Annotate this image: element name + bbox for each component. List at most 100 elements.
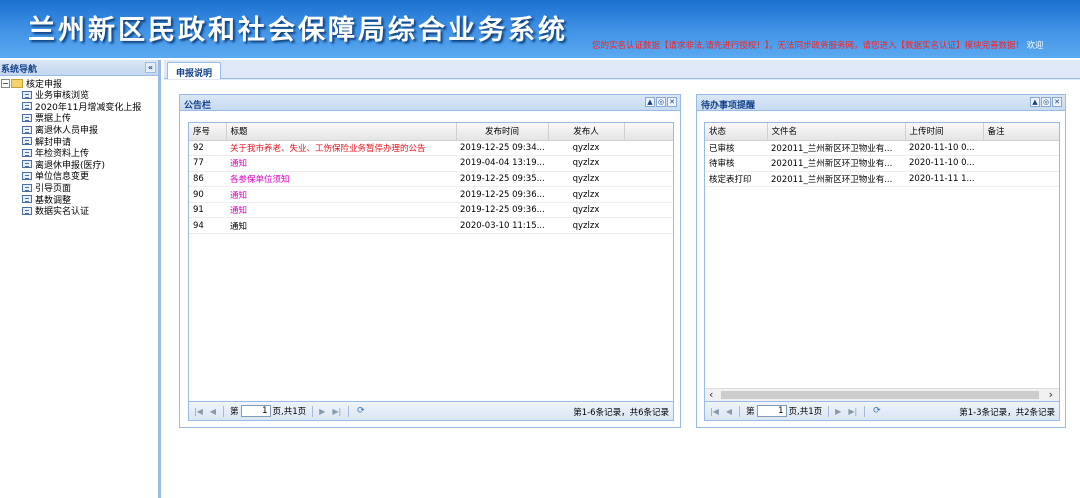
cell-filename: 202011_兰州新区环卫物业有...: [767, 140, 905, 157]
form-icon: [22, 206, 32, 215]
col-header-upload-time[interactable]: 上传时间: [905, 123, 984, 141]
cell-publisher: qyzlzx: [548, 155, 624, 172]
first-page-icon[interactable]: |◀: [710, 407, 719, 416]
next-page-icon[interactable]: ▶: [319, 407, 325, 416]
table-row[interactable]: 77 通知 2019-04-04 13:19... qyzlzx: [189, 155, 673, 172]
cell-title-link[interactable]: 各参保单位须知: [226, 171, 456, 188]
cell-upload-time: 2020-11-11 1...: [905, 171, 983, 188]
sidebar-item-real-name-auth[interactable]: 数据实名认证: [0, 205, 158, 217]
cell-filler: [624, 140, 673, 157]
sidebar-item-annual-upload[interactable]: 年检资料上传: [0, 147, 158, 159]
table-row[interactable]: 已审核 202011_兰州新区环卫物业有... 2020-11-10 0...: [705, 140, 1059, 157]
cell-title-link[interactable]: 通知: [226, 155, 456, 172]
col-header-filler: [624, 123, 673, 141]
sidebar-item-business-review[interactable]: 业务审核浏览: [0, 89, 158, 101]
prev-page-icon[interactable]: ◀: [210, 407, 216, 416]
form-icon: [22, 183, 32, 192]
first-page-icon[interactable]: |◀: [194, 407, 203, 416]
todo-paging-bar: |◀ ◀ 第 1 页,共1页 ▶ ▶| ⟳ 第1-3条记录，共2条记录: [705, 401, 1059, 420]
cell-title-link[interactable]: 通知: [226, 217, 456, 235]
col-header-note[interactable]: 备注: [983, 123, 1059, 141]
sidebar-item-receipt-upload[interactable]: 票据上传: [0, 112, 158, 124]
collapse-panel-icon[interactable]: ▲: [645, 97, 655, 107]
todo-panel-header: 待办事项提醒 ▲ ◎ ✕: [697, 95, 1065, 111]
scrollbar-thumb[interactable]: [721, 391, 1039, 399]
greeting-text: 欢迎: [1026, 41, 1044, 51]
folder-icon: [11, 79, 23, 88]
paging-separator: [828, 405, 830, 417]
form-icon: [22, 113, 32, 122]
sidebar-title: 系统导航: [1, 65, 38, 75]
horizontal-scrollbar[interactable]: ‹ ›: [705, 388, 1059, 401]
sidebar-item-retiree-medical[interactable]: 离退休申报(医疗): [0, 159, 158, 171]
sidebar-item-retiree-declaration[interactable]: 离退休人员申报: [0, 124, 158, 136]
todo-header-row: 状态 文件名 上传时间 备注: [705, 123, 1059, 141]
table-row[interactable]: 核定表打印 202011_兰州新区环卫物业有... 2020-11-11 1...: [705, 171, 1059, 188]
close-panel-icon[interactable]: ✕: [1052, 97, 1062, 107]
cell-publisher: qyzlzx: [548, 171, 624, 188]
table-row[interactable]: 90 通知 2019-12-25 09:36... qyzlzx: [189, 186, 673, 203]
page-total-label: 页,共1页: [788, 407, 823, 417]
maximize-panel-icon[interactable]: ◎: [656, 97, 666, 107]
collapse-panel-icon[interactable]: ▲: [1030, 97, 1040, 107]
tab-declaration-notes[interactable]: 申报说明: [167, 62, 222, 79]
refresh-icon[interactable]: ⟳: [357, 406, 365, 416]
prev-page-icon[interactable]: ◀: [726, 407, 732, 416]
sidebar-item-label: 数据实名认证: [35, 207, 90, 218]
table-row[interactable]: 92 关于我市养老、失业、工伤保险业务暂停办理的公告 2019-12-25 09:3…: [189, 140, 673, 157]
page-number-input[interactable]: 1: [240, 405, 271, 417]
table-row[interactable]: 待审核 202011_兰州新区环卫物业有... 2020-11-10 0...: [705, 155, 1059, 172]
bulletin-panel: 公告栏 ▲ ◎ ✕ 序号 标题 发布时间 发布人 92 关于我市养老、失业、工伤…: [179, 94, 681, 428]
auth-notice-text: 您的实名认证数据【请求非法,请先进行授权！】，无法同步政务服务网，请您进入【数据…: [592, 41, 1024, 51]
cell-title-link[interactable]: 通知: [226, 186, 456, 203]
last-page-icon[interactable]: ▶|: [332, 407, 341, 416]
col-header-filename[interactable]: 文件名: [767, 123, 906, 141]
page-number-input[interactable]: 1: [756, 405, 787, 417]
collapse-node-icon[interactable]: −: [1, 79, 10, 88]
cell-no: 86: [189, 171, 226, 188]
close-panel-icon[interactable]: ✕: [667, 97, 677, 107]
paging-separator: [739, 405, 741, 417]
cell-title-link[interactable]: 通知: [226, 202, 456, 219]
cell-no: 90: [189, 186, 226, 203]
cell-filler: [624, 155, 673, 172]
col-header-no[interactable]: 序号: [189, 123, 227, 141]
collapse-sidebar-button[interactable]: «: [145, 62, 156, 73]
app-header: 兰州新区民政和社会保障局综合业务系统 您的实名认证数据【请求非法,请先进行授权！…: [0, 0, 1080, 58]
cell-no: 94: [189, 217, 226, 235]
bulletin-panel-header: 公告栏 ▲ ◎ ✕: [180, 95, 680, 111]
sidebar-item-change-report[interactable]: 2020年11月增减变化上报: [0, 101, 158, 113]
cell-status: 核定表打印: [705, 171, 767, 188]
scroll-left-icon[interactable]: ‹: [709, 388, 713, 401]
sidebar-item-unseal-request[interactable]: 解封申请: [0, 135, 158, 148]
last-page-icon[interactable]: ▶|: [848, 407, 857, 416]
sidebar-item-base-adjust[interactable]: 基数调整: [0, 193, 158, 206]
form-icon: [22, 137, 32, 146]
table-row[interactable]: 91 通知 2019-12-25 09:36... qyzlzx: [189, 202, 673, 219]
refresh-icon[interactable]: ⟳: [873, 406, 881, 416]
cell-filler: [624, 217, 673, 235]
next-page-icon[interactable]: ▶: [835, 407, 841, 416]
cell-no: 92: [189, 140, 226, 157]
table-row[interactable]: 86 各参保单位须知 2019-12-25 09:35... qyzlzx: [189, 171, 673, 188]
auth-notice: 您的实名认证数据【请求非法,请先进行授权！】，无法同步政务服务网，请您进入【数据…: [592, 39, 1044, 51]
sidebar-item-unit-info-change[interactable]: 单位信息变更: [0, 170, 158, 182]
cell-no: 77: [189, 155, 226, 172]
cell-time: 2019-12-25 09:36...: [456, 186, 548, 203]
cell-filename: 202011_兰州新区环卫物业有...: [767, 171, 905, 188]
col-header-publisher[interactable]: 发布人: [548, 123, 625, 141]
tab-content: 公告栏 ▲ ◎ ✕ 序号 标题 发布时间 发布人 92 关于我市养老、失业、工伤…: [164, 80, 1080, 498]
col-header-time[interactable]: 发布时间: [456, 123, 549, 141]
page-label: 第: [230, 407, 239, 417]
cell-upload-time: 2020-11-10 0...: [905, 155, 983, 172]
scroll-right-icon[interactable]: ›: [1049, 388, 1053, 401]
table-row[interactable]: 94 通知 2020-03-10 11:15... qyzlzx: [189, 217, 673, 235]
cell-title-link[interactable]: 关于我市养老、失业、工伤保险业务暂停办理的公告: [226, 140, 456, 157]
col-header-status[interactable]: 状态: [705, 123, 768, 141]
cell-filler: [624, 186, 673, 203]
cell-publisher: qyzlzx: [548, 217, 624, 235]
col-header-title[interactable]: 标题: [226, 123, 457, 141]
cell-time: 2019-12-25 09:35...: [456, 171, 548, 188]
sidebar-item-guide-page[interactable]: 引导页面: [0, 182, 158, 194]
maximize-panel-icon[interactable]: ◎: [1041, 97, 1051, 107]
